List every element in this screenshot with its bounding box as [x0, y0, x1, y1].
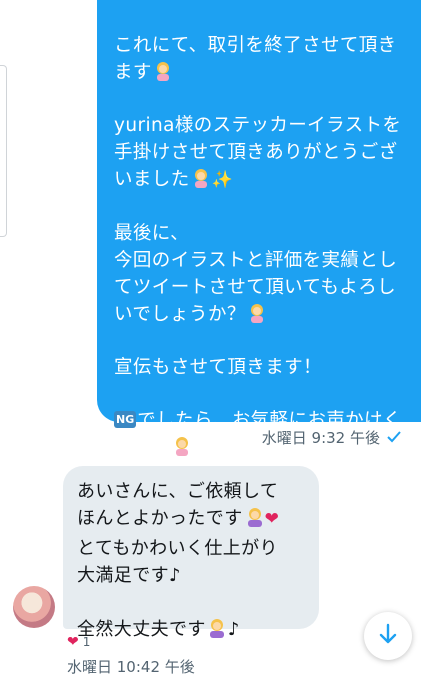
message-paragraph: 宣伝もさせて頂きます！	[114, 357, 322, 378]
message-paragraph: 最後に、	[114, 223, 190, 244]
woman-artist-icon	[245, 507, 265, 535]
read-check-icon	[387, 429, 401, 447]
scroll-edge-indicator	[0, 65, 7, 237]
woman-gesturing-ok-icon	[192, 168, 210, 188]
sent-message-bubble[interactable]: これにて、取引を終了させて頂きます yurina様のステッカーイラストを手掛けさ…	[97, 0, 421, 458]
scroll-to-bottom-button[interactable]	[364, 612, 412, 660]
reaction-count: 1	[82, 635, 91, 649]
reaction-badge[interactable]: ❤ 1	[67, 634, 90, 650]
red-heart-icon: ❤	[264, 509, 280, 529]
message-line: 大満足です♪	[77, 565, 181, 586]
woman-gesturing-ok-icon	[207, 618, 227, 646]
message-line: あいさんに、ご依頼して	[77, 481, 279, 502]
message-paragraph: 今回のイラストと評価を実績としてツイートさせて頂いてもよろしいでしょうか？	[114, 250, 398, 325]
message-paragraph: yurina様のステッカーイラストを手掛けさせて頂きありがとうございました ✨	[114, 112, 405, 194]
sent-message-meta: 水曜日 9:32 午後	[262, 427, 401, 448]
received-message-bubble[interactable]: あいさんに、ご依頼して ほんとよかったです ❤ とてもかわいく仕上がり 大満足です…	[63, 466, 319, 640]
woman-gesturing-ok-icon	[248, 303, 266, 323]
sent-timestamp: 水曜日 9:32 午後	[261, 429, 380, 447]
heart-icon: ❤	[67, 634, 79, 650]
arrow-down-icon	[378, 623, 398, 649]
message-line: 全然大丈夫です ♪	[77, 616, 319, 646]
ng-badge-icon: NG	[114, 411, 137, 428]
woman-gesturing-ok-icon	[154, 61, 172, 81]
avatar[interactable]	[13, 586, 55, 628]
woman-gesturing-ok-icon	[173, 436, 191, 456]
message-line-blank	[77, 589, 319, 616]
sparkles-icon: ✨	[211, 170, 234, 190]
message-paragraph: これにて、取引を終了させて頂きます	[114, 35, 397, 83]
message-line: とてもかわいく仕上がり	[77, 538, 278, 559]
received-timestamp: 水曜日 10:42 午後	[67, 658, 195, 676]
message-line: ほんとよかったです ❤	[77, 505, 319, 535]
